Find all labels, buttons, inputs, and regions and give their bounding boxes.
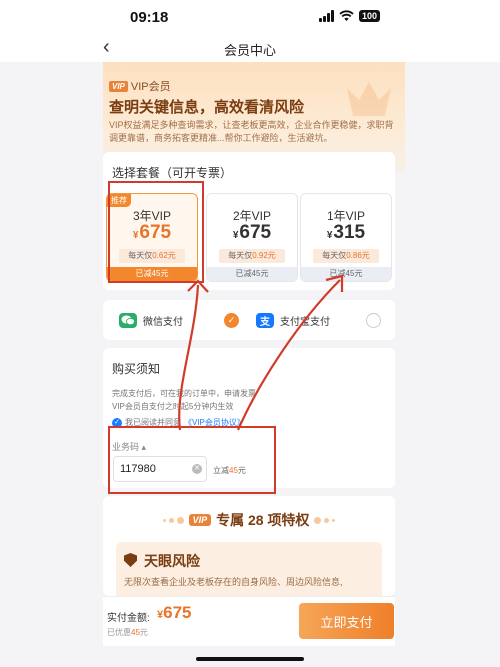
plan-saved: 已减45元 (207, 267, 297, 281)
vip-badge-icon: VIP (188, 514, 212, 526)
paid-amount: ¥675 (157, 603, 192, 622)
notice-line: 完成支付后，可在我的订单中，申请发票 (112, 389, 256, 398)
back-icon[interactable]: ‹ (103, 36, 110, 58)
privilege-description: 无限次查看企业及老板存在的自身风险、周边风险信息, (124, 577, 343, 587)
checkout-bar: 实付金额: ¥675 已优惠45元 立即支付 (103, 596, 395, 646)
privilege-item-risk[interactable]: 天眼风险 无限次查看企业及老板存在的自身风险、周边风险信息, (116, 542, 382, 596)
wechat-checked-icon[interactable]: ✓ (224, 313, 239, 328)
annotation-box-code (108, 426, 276, 494)
plan-price: ¥675 (232, 222, 272, 243)
plan-2-year[interactable]: 2年VIP ¥675 每天仅0.92元 已减45元 (206, 193, 298, 282)
pay-now-button[interactable]: 立即支付 (299, 603, 394, 639)
privileges-title: 专属 28 项特权 (216, 512, 310, 528)
plan-daily-price: 每天仅0.92元 (219, 249, 285, 263)
plan-price: ¥315 (326, 222, 366, 243)
status-icons: 100 (318, 10, 380, 22)
privilege-title: 天眼风险 (144, 553, 200, 569)
plan-1-year[interactable]: 1年VIP ¥315 每天仅0.86元 已减45元 (300, 193, 392, 282)
battery-icon: 100 (358, 10, 380, 22)
notice-line: VIP会员自支付之时起5分钟内生效 (112, 402, 234, 411)
wechat-icon (119, 312, 137, 328)
pay-option-label: 微信支付 (143, 316, 183, 328)
plan-saved: 已减45元 (301, 267, 391, 281)
vip-badge-icon: VIP (109, 80, 128, 92)
page-title: 会员中心 (223, 43, 276, 58)
nav-bar: 会员中心 ‹ (0, 34, 500, 62)
notice-text: 完成支付后，可在我的订单中，申请发票 VIP会员自支付之时起5分钟内生效 (112, 387, 392, 413)
privileges-heading: VIP 专属 28 项特权 (103, 510, 395, 530)
privileges-card: VIP 专属 28 项特权 天眼风险 无限次查看企业及老板存在的自身风险、周边风… (103, 496, 395, 596)
pay-option-label: 支付宝支付 (280, 316, 330, 328)
dots-decoration-icon (162, 516, 184, 524)
notice-title: 购买须知 (112, 362, 161, 376)
dots-decoration-icon (314, 516, 336, 524)
plan-daily-price: 每天仅0.86元 (313, 249, 379, 263)
alipay-icon: 支 (256, 312, 274, 328)
payment-card: 微信支付 ✓ 支 支付宝支付 (103, 300, 395, 340)
vip-tag-text: VIP会员 (130, 81, 171, 93)
home-indicator (196, 657, 304, 661)
alipay-radio-icon[interactable] (366, 313, 381, 328)
vip-tag: VIP VIP会员 (109, 78, 171, 94)
signal-icon (318, 10, 334, 22)
package-title: 选择套餐（可开专票） (112, 166, 233, 180)
shield-icon (124, 553, 137, 567)
paid-label: 实付金额: (107, 613, 150, 624)
annotation-box-plan (108, 181, 204, 283)
status-time: 09:18 (130, 9, 169, 26)
wifi-icon (339, 10, 354, 21)
status-bar: 09:18 100 (0, 0, 500, 34)
hero-title: 查明关键信息，高效看清风险 (109, 99, 305, 116)
saved-amount: 已优惠45元 (107, 628, 148, 637)
crown-decoration-icon (347, 82, 391, 116)
